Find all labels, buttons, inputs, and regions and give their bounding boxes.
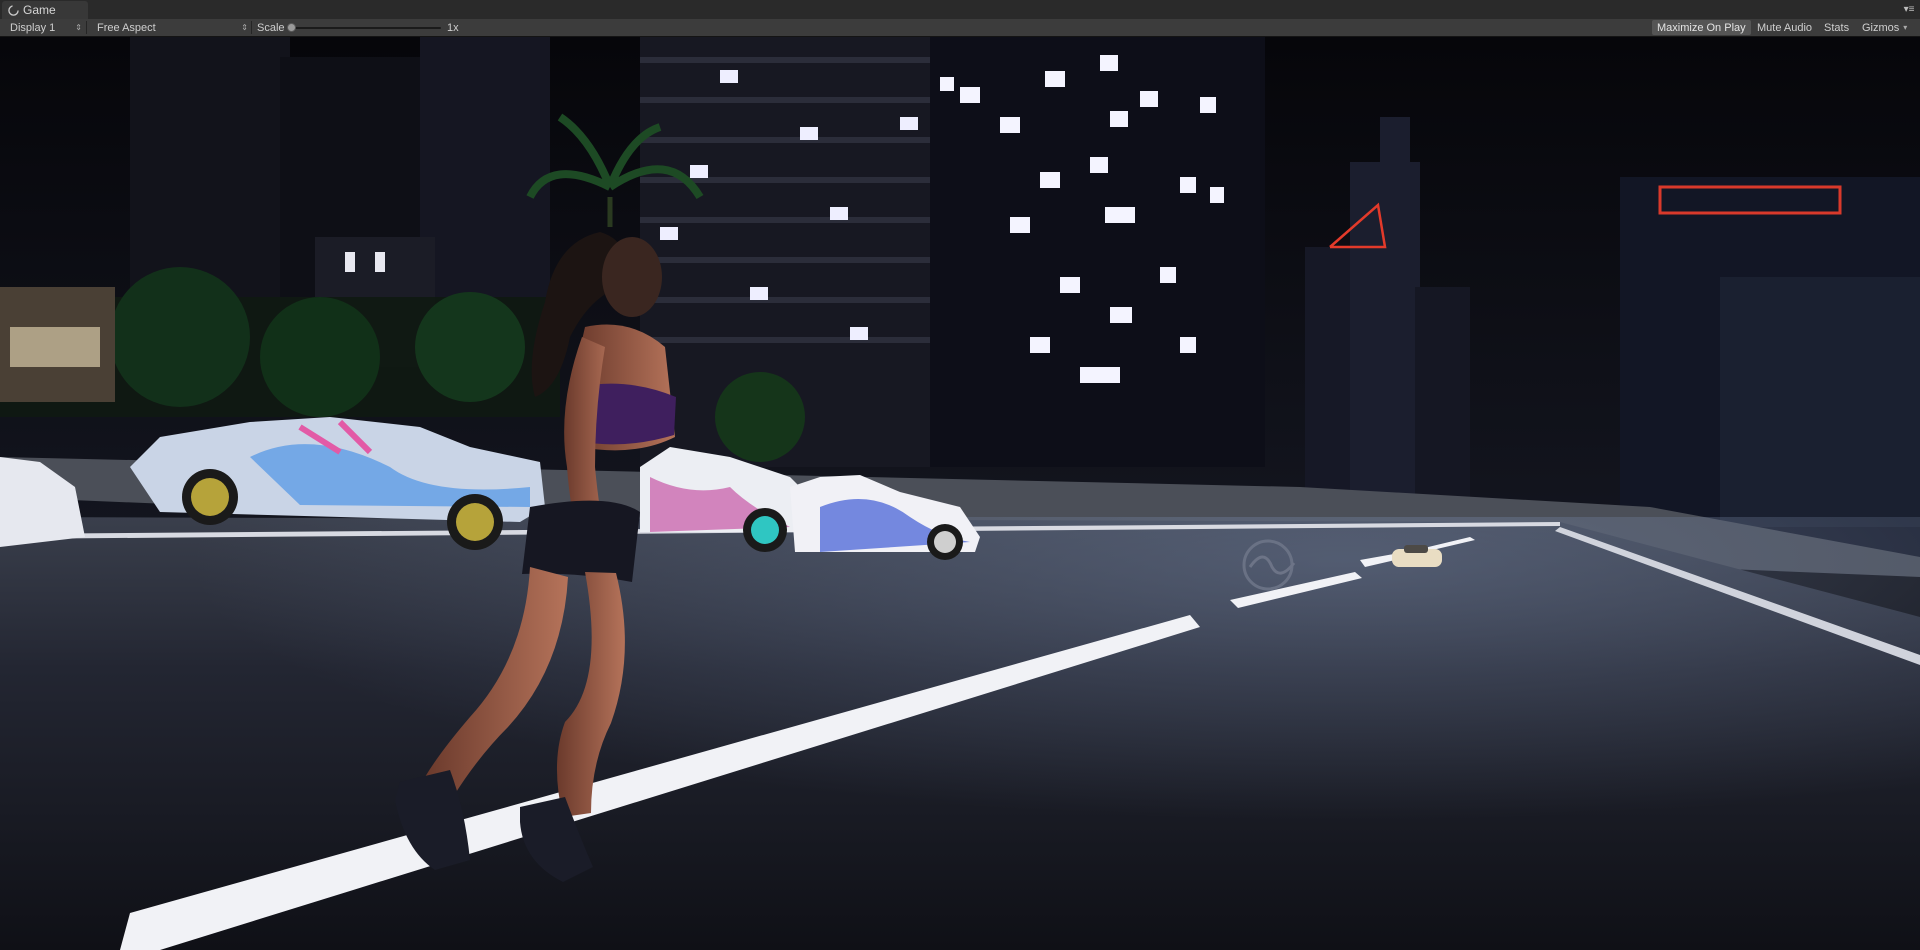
storefront-window (10, 327, 100, 367)
mute-audio-button[interactable]: Mute Audio (1752, 20, 1817, 35)
tab-game[interactable]: Game (2, 1, 88, 19)
display-dropdown[interactable]: Display 1 ⇕ (0, 19, 84, 36)
display-label: Display 1 (10, 21, 56, 34)
unity-game-window: Game ▾≡ Display 1 ⇕ Free Aspect ⇕ Scale … (0, 0, 1920, 950)
stats-button[interactable]: Stats (1819, 20, 1854, 35)
aspect-label: Free Aspect (97, 21, 156, 34)
gizmos-dropdown[interactable]: Gizmos ▾ (1857, 20, 1917, 35)
tab-bar: Game ▾≡ (0, 0, 1920, 20)
tab-title: Game (23, 3, 56, 17)
game-scene (0, 37, 1920, 950)
panel-menu-icon[interactable]: ▾≡ (1902, 3, 1916, 15)
gizmos-label: Gizmos (1862, 21, 1900, 34)
game-toolbar: Display 1 ⇕ Free Aspect ⇕ Scale 1x Maxim… (0, 19, 1920, 37)
scale-label: Scale (257, 21, 285, 34)
maximize-on-play-button[interactable]: Maximize On Play (1652, 20, 1751, 35)
scale-value: 1x (447, 21, 459, 34)
game-viewport[interactable] (0, 37, 1920, 950)
dropdown-arrow-icon: ▾ (1903, 23, 1908, 32)
scale-slider-thumb[interactable] (287, 23, 296, 32)
toolbar-divider (251, 21, 252, 34)
aspect-dropdown[interactable]: Free Aspect ⇕ (87, 19, 250, 36)
skyscraper (930, 37, 1265, 467)
dropdown-arrow-icon: ⇕ (241, 23, 248, 32)
scale-slider[interactable] (287, 23, 441, 32)
game-controller-icon (8, 4, 19, 16)
dropdown-arrow-icon: ⇕ (75, 23, 82, 32)
